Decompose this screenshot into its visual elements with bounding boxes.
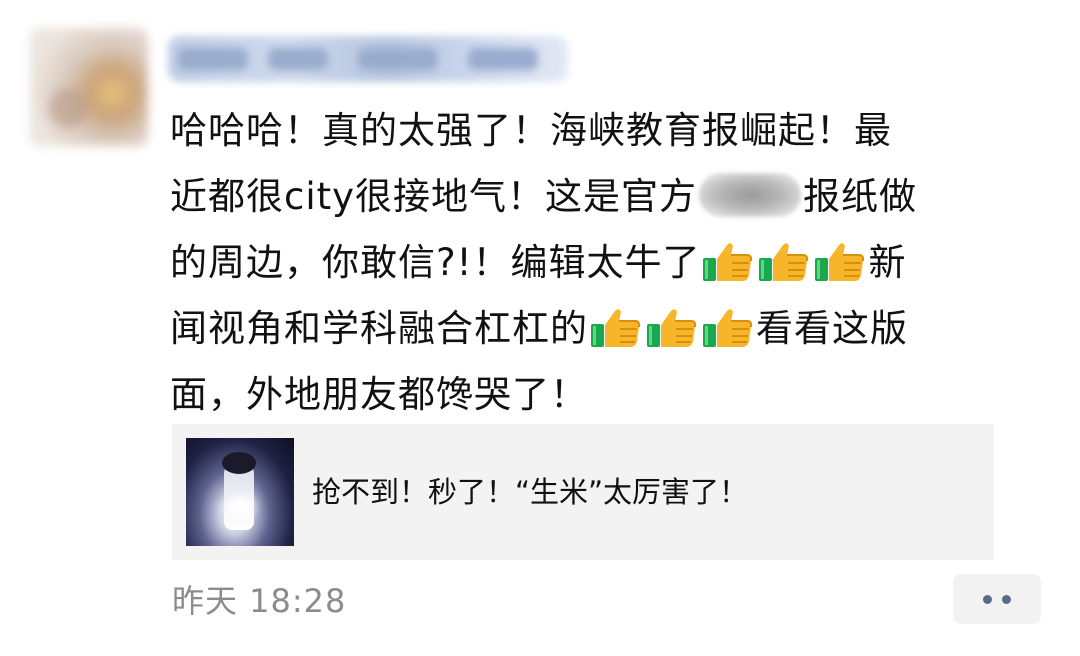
- post-text-line: 近都很city很接地气！这是官方: [170, 175, 698, 218]
- shared-link-card[interactable]: 抢不到！秒了！“生米”太厉害了！: [172, 424, 994, 560]
- post-text-line: 的周边，你敢信?!！编辑太牛了: [170, 241, 701, 284]
- thumbs-up-icon: [702, 305, 754, 349]
- thumbs-up-icon: [702, 239, 754, 283]
- shared-card-title: 抢不到！秒了！“生米”太厉害了！: [312, 475, 749, 509]
- shared-card-thumbnail: [186, 438, 294, 546]
- author-avatar[interactable]: [30, 28, 148, 146]
- post-text-line: 闻视角和学科融合杠杠的: [170, 307, 588, 350]
- more-dot-icon: [1002, 594, 1011, 604]
- post-text-line: 看看这版: [756, 307, 908, 350]
- post-timestamp: 昨天 18:28: [172, 582, 347, 620]
- post-text-line: 新: [868, 241, 907, 284]
- redacted-blur: [699, 173, 802, 217]
- thumbs-up-icon: [590, 305, 642, 349]
- post-text: 哈哈哈！真的太强了！海峡教育报崛起！最 近都很city很接地气！这是官方 报纸做 …: [170, 98, 1050, 428]
- more-dot-icon: [983, 594, 992, 604]
- thumbs-up-icon: [758, 239, 810, 283]
- more-actions-button[interactable]: [953, 574, 1041, 624]
- post-text-line: 报纸做: [803, 175, 918, 218]
- post-text-line: 面，外地朋友都馋哭了！: [170, 373, 588, 416]
- post-text-line: 哈哈哈！真的太强了！海峡教育报崛起！最: [170, 109, 892, 152]
- author-name-blurred[interactable]: [168, 36, 568, 82]
- thumbs-up-icon: [814, 239, 866, 283]
- thumbs-up-icon: [646, 305, 698, 349]
